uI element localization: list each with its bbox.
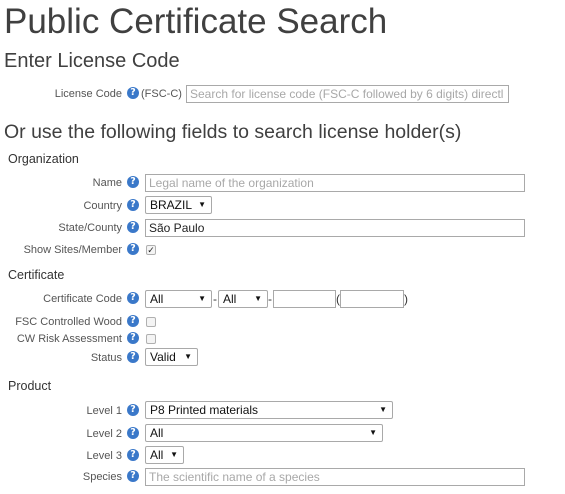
status-label: Status — [90, 352, 122, 364]
dropdown-arrow-icon: ▼ — [369, 428, 377, 437]
certificate-code-label: Certificate Code — [43, 293, 122, 305]
organization-name-input[interactable] — [145, 174, 525, 192]
help-icon[interactable]: ? — [127, 292, 139, 304]
cw-risk-label: CW Risk Assessment — [16, 333, 122, 345]
state-county-input[interactable] — [145, 219, 525, 237]
country-value: BRAZIL — [150, 198, 193, 212]
dropdown-arrow-icon: ▼ — [379, 405, 387, 414]
dropdown-arrow-icon: ▼ — [254, 294, 262, 303]
help-icon[interactable]: ? — [127, 243, 139, 255]
certificate-category-value: All — [223, 292, 237, 306]
license-code-label: License Code — [54, 88, 122, 100]
help-icon[interactable]: ? — [127, 449, 139, 461]
level1-label: Level 1 — [86, 405, 122, 417]
dropdown-arrow-icon: ▼ — [198, 200, 206, 209]
controlled-wood-label: FSC Controlled Wood — [15, 316, 122, 328]
cw-risk-checkbox[interactable] — [146, 334, 156, 344]
dash-separator: - — [268, 292, 272, 306]
name-label: Name — [92, 177, 122, 189]
help-icon[interactable]: ? — [127, 351, 139, 363]
help-icon[interactable]: ? — [127, 404, 139, 416]
help-icon[interactable]: ? — [127, 470, 139, 482]
product-heading: Product — [8, 379, 52, 393]
level2-value: All — [150, 426, 164, 440]
certificate-suffix-input[interactable] — [340, 290, 404, 308]
paren-close: ) — [404, 292, 408, 306]
level3-value: All — [150, 448, 164, 462]
level3-select[interactable]: All ▼ — [145, 446, 184, 464]
certificate-heading: Certificate — [8, 268, 65, 282]
controlled-wood-checkbox[interactable] — [146, 317, 156, 327]
dropdown-arrow-icon: ▼ — [198, 294, 206, 303]
status-select[interactable]: Valid ▼ — [145, 348, 198, 366]
organization-heading: Organization — [8, 152, 79, 166]
show-sites-label: Show Sites/Member — [23, 244, 122, 256]
dropdown-arrow-icon: ▼ — [170, 450, 178, 459]
help-icon[interactable]: ? — [127, 221, 139, 233]
help-icon[interactable]: ? — [127, 427, 139, 439]
level1-value: P8 Printed materials — [150, 403, 259, 417]
help-icon[interactable]: ? — [127, 87, 139, 99]
level1-select[interactable]: P8 Printed materials ▼ — [145, 401, 393, 419]
state-label: State/County — [58, 222, 122, 234]
certificate-type-select[interactable]: All ▼ — [145, 290, 212, 308]
certificate-type-value: All — [150, 292, 164, 306]
dash-separator: - — [213, 292, 217, 306]
help-icon[interactable]: ? — [127, 332, 139, 344]
fields-heading: Or use the following fields to search li… — [4, 121, 462, 143]
dropdown-arrow-icon: ▼ — [184, 352, 192, 361]
species-input[interactable] — [145, 468, 525, 486]
status-value: Valid — [150, 350, 176, 364]
level2-label: Level 2 — [86, 428, 122, 440]
level2-select[interactable]: All ▼ — [145, 424, 383, 442]
show-sites-checkbox[interactable]: ✓ — [146, 245, 156, 255]
license-heading: Enter License Code — [4, 50, 180, 72]
fsc-prefix: (FSC-C) — [141, 88, 182, 100]
country-label: Country — [83, 200, 122, 212]
help-icon[interactable]: ? — [127, 199, 139, 211]
level3-label: Level 3 — [86, 450, 122, 462]
species-label: Species — [82, 471, 122, 483]
certificate-category-select[interactable]: All ▼ — [218, 290, 268, 308]
help-icon[interactable]: ? — [127, 315, 139, 327]
license-code-input[interactable] — [186, 85, 509, 103]
page-title: Public Certificate Search — [4, 2, 388, 41]
help-icon[interactable]: ? — [127, 176, 139, 188]
certificate-number-input[interactable] — [273, 290, 336, 308]
country-select[interactable]: BRAZIL ▼ — [145, 196, 212, 214]
